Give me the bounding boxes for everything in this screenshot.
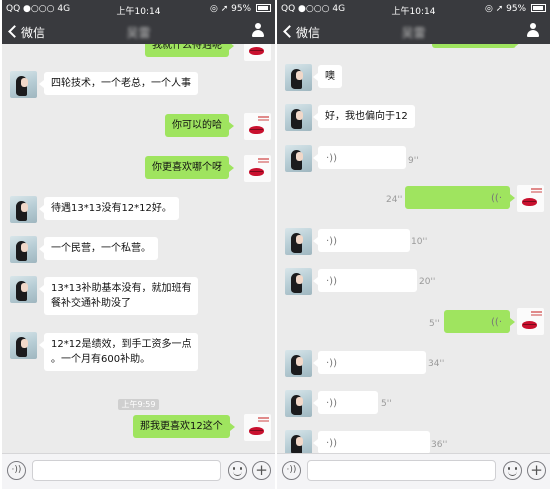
my-avatar[interactable] xyxy=(517,308,544,335)
message-input[interactable] xyxy=(307,460,496,481)
location-icon: ➚ xyxy=(220,4,229,14)
plus-icon: + xyxy=(255,461,268,479)
voice-duration: 10'' xyxy=(411,237,428,247)
contact-name: 吴雷 xyxy=(401,26,426,40)
status-bar: QQ ●○○○ 4G 上午10:14 ◎ ➚ 95% xyxy=(2,0,275,18)
voice-duration: 24'' xyxy=(386,195,403,205)
voice-toggle-button[interactable]: ·)) xyxy=(282,461,301,480)
contact-avatar[interactable] xyxy=(285,104,312,131)
voice-message-incoming[interactable]: ·)) xyxy=(313,146,406,169)
message-list[interactable]: 噢 好，我也偏向于12 ·)) 9'' ((· 24'' ·)) 10'' ·)… xyxy=(277,44,550,454)
my-avatar[interactable] xyxy=(244,155,271,182)
battery-icon xyxy=(256,4,271,12)
voice-message-incoming[interactable]: ·)) xyxy=(313,431,430,454)
voice-message-outgoing[interactable]: ((· xyxy=(405,186,515,209)
voice-message-incoming[interactable]: ·)) xyxy=(313,391,378,414)
voice-duration: 20'' xyxy=(419,277,436,287)
voice-duration: 36'' xyxy=(431,440,448,450)
message-line: 。一个月有600补助。 xyxy=(51,354,151,365)
message-input[interactable] xyxy=(32,460,221,481)
my-avatar[interactable] xyxy=(244,414,271,441)
message-line: 12*12是绩效，到手工资多一点 xyxy=(51,339,192,350)
more-button[interactable]: + xyxy=(527,461,546,480)
person-icon[interactable] xyxy=(526,23,540,39)
status-bar: QQ ●○○○ 4G 上午10:14 ◎ ➚ 95% xyxy=(277,0,550,18)
chat-title: 吴雷 xyxy=(277,24,550,41)
contact-avatar[interactable] xyxy=(285,228,312,255)
lock-rotation-icon: ◎ xyxy=(209,4,218,14)
voice-icon: ·)) xyxy=(286,465,297,475)
message-bubble-outgoing[interactable]: 那我更喜欢12这个 xyxy=(133,415,235,438)
voice-wave-icon: ·)) xyxy=(326,276,337,287)
chat-screen-left: QQ ●○○○ 4G 上午10:14 ◎ ➚ 95% 微信 吴雷 我就什么待遇呢… xyxy=(2,0,275,489)
contact-avatar[interactable] xyxy=(10,276,37,303)
plus-icon: + xyxy=(530,461,543,479)
chat-title: 吴雷 xyxy=(2,24,275,41)
message-list[interactable]: 我就什么待遇呢 四轮技术，一个老总，一个人事 你可以的哈 你更喜欢哪个呀 待遇1… xyxy=(2,44,275,454)
message-bubble-incoming[interactable]: 好，我也偏向于12 xyxy=(313,105,415,128)
message-bubble-incoming[interactable]: 四轮技术，一个老总，一个人事 xyxy=(39,72,198,95)
voice-wave-icon: ·)) xyxy=(326,153,337,164)
message-bubble-incoming[interactable]: 待遇13*13没有12*12好。 xyxy=(39,197,179,220)
voice-duration: 5'' xyxy=(429,319,440,329)
contact-avatar[interactable] xyxy=(285,268,312,295)
lock-rotation-icon: ◎ xyxy=(484,4,493,14)
message-bubble-outgoing[interactable]: 你可以的哈 xyxy=(165,114,234,137)
contact-avatar[interactable] xyxy=(285,64,312,91)
time-divider: 上午9:59 xyxy=(2,392,275,411)
message-line: 餐补交通补助没了 xyxy=(51,298,131,309)
location-icon: ➚ xyxy=(495,4,504,14)
contact-avatar[interactable] xyxy=(10,196,37,223)
my-avatar[interactable] xyxy=(517,185,544,212)
battery-percent: 95% xyxy=(231,4,252,14)
contact-avatar[interactable] xyxy=(10,71,37,98)
nav-bar: 微信 吴雷 xyxy=(277,18,550,44)
voice-message-incoming[interactable]: ·)) xyxy=(313,229,410,252)
voice-message-incoming[interactable]: ·)) xyxy=(313,269,417,292)
voice-wave-icon: ·)) xyxy=(326,358,337,369)
emoji-button[interactable] xyxy=(503,461,522,480)
voice-wave-icon: ·)) xyxy=(326,438,337,449)
voice-wave-icon: ·)) xyxy=(326,236,337,247)
message-line: 13*13补助基本没有，就加班有 xyxy=(51,283,192,294)
voice-wave-icon: ((· xyxy=(491,193,502,204)
my-avatar[interactable] xyxy=(244,113,271,140)
more-button[interactable]: + xyxy=(252,461,271,480)
voice-duration: 34'' xyxy=(428,359,445,369)
message-bubble-incoming[interactable]: 一个民营，一个私营。 xyxy=(39,237,158,260)
chat-screen-right: QQ ●○○○ 4G 上午10:14 ◎ ➚ 95% 微信 吴雷 噢 好，我也偏… xyxy=(277,0,550,489)
message-bubble-incoming[interactable]: 13*13补助基本没有，就加班有 餐补交通补助没了 xyxy=(38,277,199,315)
contact-avatar[interactable] xyxy=(285,145,312,172)
voice-wave-icon: ((· xyxy=(491,317,502,328)
nav-bar: 微信 吴雷 xyxy=(2,18,275,44)
contact-avatar[interactable] xyxy=(10,236,37,263)
emoji-button[interactable] xyxy=(228,461,247,480)
input-bar: ·)) + xyxy=(277,453,550,489)
voice-duration: 5'' xyxy=(381,399,392,409)
contact-name: 吴雷 xyxy=(126,26,151,40)
voice-duration: 9'' xyxy=(408,156,419,166)
message-bubble-outgoing-partial[interactable] xyxy=(432,44,521,48)
voice-wave-icon: ·)) xyxy=(326,398,337,409)
person-icon[interactable] xyxy=(251,23,265,39)
my-avatar[interactable] xyxy=(244,44,271,61)
battery-percent: 95% xyxy=(506,4,527,14)
message-bubble-outgoing[interactable]: 我就什么待遇呢 xyxy=(145,44,234,57)
voice-toggle-button[interactable]: ·)) xyxy=(7,461,26,480)
contact-avatar[interactable] xyxy=(10,332,37,359)
battery-icon xyxy=(531,4,546,12)
contact-avatar[interactable] xyxy=(285,430,312,454)
input-bar: ·)) + xyxy=(2,453,275,489)
message-bubble-outgoing[interactable]: 你更喜欢哪个呀 xyxy=(145,156,234,179)
voice-message-outgoing[interactable]: ((· xyxy=(444,310,515,333)
message-bubble-incoming[interactable]: 噢 xyxy=(313,65,342,88)
message-bubble-incoming[interactable]: 12*12是绩效，到手工资多一点 。一个月有600补助。 xyxy=(38,333,199,371)
contact-avatar[interactable] xyxy=(285,390,312,417)
contact-avatar[interactable] xyxy=(285,350,312,377)
voice-icon: ·)) xyxy=(11,465,22,475)
voice-message-incoming[interactable]: ·)) xyxy=(313,351,426,374)
